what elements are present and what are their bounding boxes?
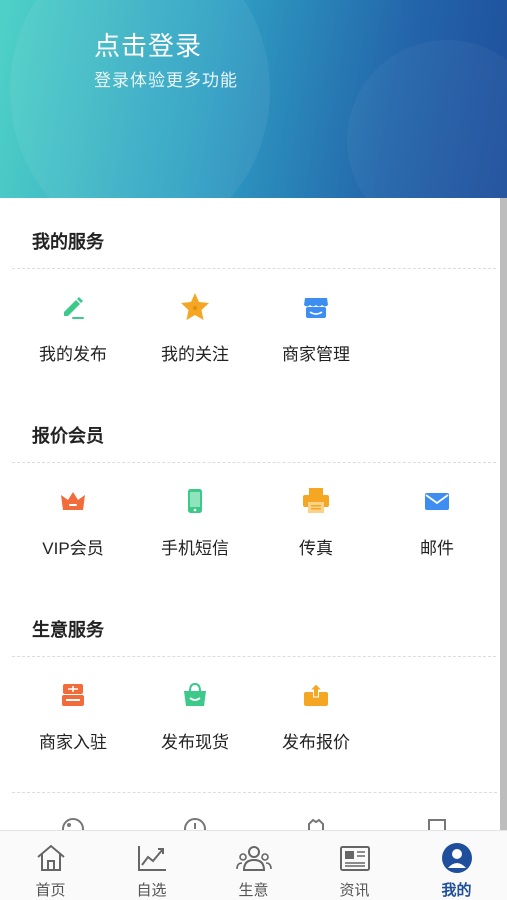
- tab-home[interactable]: 首页: [0, 831, 101, 900]
- shop-enter-icon: [56, 678, 90, 712]
- fax-button[interactable]: 传真: [256, 484, 376, 559]
- divider: [12, 268, 496, 269]
- user-icon: [406, 841, 507, 875]
- login-header[interactable]: 点击登录 登录体验更多功能: [0, 0, 507, 198]
- tab-label: 首页: [35, 882, 66, 899]
- merchant-join-button[interactable]: 商家入驻: [13, 678, 133, 753]
- tab-news[interactable]: 资讯: [304, 831, 405, 900]
- bag-icon: [178, 678, 212, 712]
- section-title: 我的服务: [32, 232, 104, 252]
- store-icon: [299, 290, 333, 324]
- mail-button[interactable]: 邮件: [377, 484, 497, 559]
- people-icon: [203, 841, 304, 875]
- item-label: VIP会员: [42, 539, 104, 558]
- partial-icon: [58, 814, 88, 830]
- post-stock-button[interactable]: 发布现货: [135, 678, 255, 753]
- crown-icon: [56, 484, 90, 518]
- sms-button[interactable]: 手机短信: [135, 484, 255, 559]
- tab-label: 我的: [441, 882, 472, 899]
- tab-label: 生意: [238, 882, 269, 899]
- section-business-services: 生意服务 商家入驻 发布现货 发布报价: [0, 586, 500, 780]
- upload-box-icon: [299, 678, 333, 712]
- news-icon: [304, 841, 405, 875]
- my-follows-button[interactable]: 我的关注: [135, 290, 255, 365]
- printer-icon: [299, 484, 333, 518]
- my-posts-button[interactable]: 我的发布: [13, 290, 133, 365]
- tab-business[interactable]: 生意: [203, 831, 304, 900]
- item-label: 商家入驻: [39, 733, 107, 752]
- section-my-services: 我的服务 我的发布 我的关注 商家管理: [0, 198, 500, 392]
- section-title: 生意服务: [32, 620, 104, 640]
- item-label: 我的发布: [39, 345, 107, 364]
- pencil-icon: [56, 290, 90, 324]
- item-label: 邮件: [420, 539, 454, 558]
- home-icon: [0, 841, 101, 875]
- login-subtitle: 登录体验更多功能: [94, 71, 238, 90]
- chart-line-icon: [101, 841, 202, 875]
- partial-icon: [422, 814, 452, 830]
- partial-icon: [301, 814, 331, 830]
- divider: [12, 792, 497, 793]
- tab-label: 自选: [136, 882, 167, 899]
- tab-label: 资讯: [339, 882, 370, 899]
- mail-icon: [420, 484, 454, 518]
- merchant-management-button[interactable]: 商家管理: [256, 290, 376, 365]
- post-quote-button[interactable]: 发布报价: [256, 678, 376, 753]
- item-label: 传真: [299, 539, 333, 558]
- tab-me[interactable]: 我的: [406, 831, 507, 900]
- divider: [12, 656, 496, 657]
- item-label: 手机短信: [161, 539, 229, 558]
- tab-watchlist[interactable]: 自选: [101, 831, 202, 900]
- section-title: 报价会员: [32, 426, 104, 446]
- partial-icon: [180, 814, 210, 830]
- bottom-tab-bar: 首页 自选 生意 资讯 我的: [0, 830, 507, 900]
- divider: [12, 462, 496, 463]
- section-quote-member: 报价会员 VIP会员 手机短信 传真 邮件: [0, 392, 500, 586]
- item-label: 商家管理: [282, 345, 350, 364]
- item-label: 我的关注: [161, 345, 229, 364]
- phone-icon: [178, 484, 212, 518]
- item-label: 发布现货: [161, 733, 229, 752]
- vip-member-button[interactable]: VIP会员: [13, 484, 133, 559]
- item-label: 发布报价: [282, 733, 350, 752]
- login-title[interactable]: 点击登录: [94, 26, 202, 63]
- star-icon: [178, 290, 212, 324]
- scroll-edge: [500, 198, 507, 830]
- menu-content: 我的服务 我的发布 我的关注 商家管理 报价会员 VIP会员 手机短信 传真 邮…: [0, 198, 500, 780]
- header-decoration: [347, 40, 507, 198]
